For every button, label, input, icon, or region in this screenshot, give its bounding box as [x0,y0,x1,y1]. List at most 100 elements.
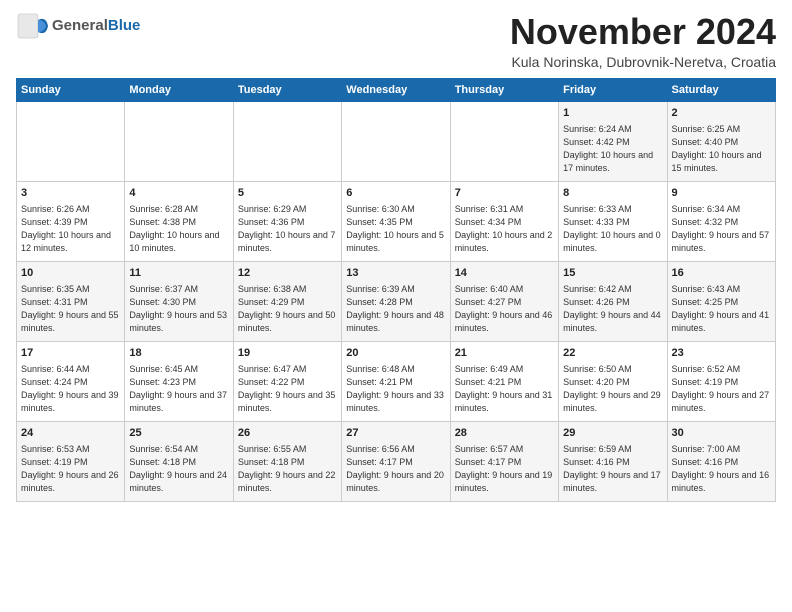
calendar-cell: 1 Sunrise: 6:24 AM Sunset: 4:42 PM Daylig… [559,101,667,181]
day-info: Sunrise: 6:29 AM Sunset: 4:36 PM Dayligh… [238,203,337,255]
day-number: 14 [455,266,554,281]
calendar-cell: 26Sunrise: 6:55 AM Sunset: 4:18 PM Dayli… [233,421,341,501]
day-info: Sunrise: 6:45 AM Sunset: 4:23 PM Dayligh… [129,363,228,415]
day-info: Sunrise: 6:31 AM Sunset: 4:34 PM Dayligh… [455,203,554,255]
calendar-cell: 20Sunrise: 6:48 AM Sunset: 4:21 PM Dayli… [342,341,450,421]
calendar-cell: 19 Sunrise: 6:47 AM Sunset: 4:22 PM Dayli… [233,341,341,421]
day-number: 23 [672,346,771,361]
col-monday: Monday [125,78,233,101]
calendar-cell: 10 Sunrise: 6:35 AM Sunset: 4:31 PM Dayli… [17,261,125,341]
calendar-week-row: 3 Sunrise: 6:26 AM Sunset: 4:39 PM Daylig… [17,181,776,261]
calendar-cell [125,101,233,181]
day-info: Sunrise: 6:33 AM Sunset: 4:33 PM Dayligh… [563,203,662,255]
calendar-cell: 21Sunrise: 6:49 AM Sunset: 4:21 PM Dayli… [450,341,558,421]
day-number: 19 [238,346,337,361]
calendar-cell: 3 Sunrise: 6:26 AM Sunset: 4:39 PM Daylig… [17,181,125,261]
day-info: Sunrise: 6:55 AM Sunset: 4:18 PM Dayligh… [238,443,337,495]
day-info: Sunrise: 6:42 AM Sunset: 4:26 PM Dayligh… [563,283,662,335]
day-number: 3 [21,186,120,201]
day-number: 24 [21,426,120,441]
day-number: 18 [129,346,228,361]
logo-icon [16,12,50,40]
calendar-cell: 30 Sunrise: 7:00 AM Sunset: 4:16 PM Dayli… [667,421,775,501]
day-number: 8 [563,186,662,201]
day-info: Sunrise: 6:40 AM Sunset: 4:27 PM Dayligh… [455,283,554,335]
day-number: 27 [346,426,445,441]
col-tuesday: Tuesday [233,78,341,101]
calendar-cell: 23 Sunrise: 6:52 AM Sunset: 4:19 PM Dayli… [667,341,775,421]
calendar-week-row: 17 Sunrise: 6:44 AM Sunset: 4:24 PM Dayli… [17,341,776,421]
day-number: 22 [563,346,662,361]
calendar-header-row: Sunday Monday Tuesday Wednesday Thursday… [17,78,776,101]
month-title: November 2024 [510,12,776,52]
calendar-week-row: 1 Sunrise: 6:24 AM Sunset: 4:42 PM Daylig… [17,101,776,181]
day-info: Sunrise: 6:34 AM Sunset: 4:32 PM Dayligh… [672,203,771,255]
calendar-cell: 13Sunrise: 6:39 AM Sunset: 4:28 PM Dayli… [342,261,450,341]
day-info: Sunrise: 6:25 AM Sunset: 4:40 PM Dayligh… [672,123,771,175]
day-info: Sunrise: 6:49 AM Sunset: 4:21 PM Dayligh… [455,363,554,415]
day-info: Sunrise: 7:00 AM Sunset: 4:16 PM Dayligh… [672,443,771,495]
day-info: Sunrise: 6:54 AM Sunset: 4:18 PM Dayligh… [129,443,228,495]
day-info: Sunrise: 6:47 AM Sunset: 4:22 PM Dayligh… [238,363,337,415]
calendar-cell: 25 Sunrise: 6:54 AM Sunset: 4:18 PM Dayli… [125,421,233,501]
calendar-cell [17,101,125,181]
calendar-cell: 8 Sunrise: 6:33 AM Sunset: 4:33 PM Daylig… [559,181,667,261]
day-number: 5 [238,186,337,201]
calendar-cell: 12Sunrise: 6:38 AM Sunset: 4:29 PM Dayli… [233,261,341,341]
day-info: Sunrise: 6:24 AM Sunset: 4:42 PM Dayligh… [563,123,662,175]
logo-general: General [52,17,108,34]
day-info: Sunrise: 6:53 AM Sunset: 4:19 PM Dayligh… [21,443,120,495]
calendar-cell: 16 Sunrise: 6:43 AM Sunset: 4:25 PM Dayli… [667,261,775,341]
calendar-cell: 4Sunrise: 6:28 AM Sunset: 4:38 PM Daylig… [125,181,233,261]
calendar-cell: 11 Sunrise: 6:37 AM Sunset: 4:30 PM Dayli… [125,261,233,341]
calendar-cell: 6 Sunrise: 6:30 AM Sunset: 4:35 PM Daylig… [342,181,450,261]
day-info: Sunrise: 6:38 AM Sunset: 4:29 PM Dayligh… [238,283,337,335]
calendar-cell: 22 Sunrise: 6:50 AM Sunset: 4:20 PM Dayli… [559,341,667,421]
day-info: Sunrise: 6:57 AM Sunset: 4:17 PM Dayligh… [455,443,554,495]
day-number: 16 [672,266,771,281]
day-info: Sunrise: 6:43 AM Sunset: 4:25 PM Dayligh… [672,283,771,335]
header: GeneralBlue November 2024 Kula Norinska,… [16,12,776,70]
calendar-cell: 17 Sunrise: 6:44 AM Sunset: 4:24 PM Dayli… [17,341,125,421]
calendar-cell: 27 Sunrise: 6:56 AM Sunset: 4:17 PM Dayli… [342,421,450,501]
day-info: Sunrise: 6:52 AM Sunset: 4:19 PM Dayligh… [672,363,771,415]
calendar-cell: 7 Sunrise: 6:31 AM Sunset: 4:34 PM Daylig… [450,181,558,261]
day-number: 2 [672,106,771,121]
calendar-table: Sunday Monday Tuesday Wednesday Thursday… [16,78,776,502]
day-number: 6 [346,186,445,201]
calendar-cell: 15Sunrise: 6:42 AM Sunset: 4:26 PM Dayli… [559,261,667,341]
day-number: 25 [129,426,228,441]
calendar-cell [342,101,450,181]
col-saturday: Saturday [667,78,775,101]
day-number: 7 [455,186,554,201]
day-number: 1 [563,106,662,121]
day-info: Sunrise: 6:44 AM Sunset: 4:24 PM Dayligh… [21,363,120,415]
day-number: 17 [21,346,120,361]
calendar-cell [450,101,558,181]
calendar-cell: 28 Sunrise: 6:57 AM Sunset: 4:17 PM Dayli… [450,421,558,501]
logo: GeneralBlue [16,12,140,40]
day-info: Sunrise: 6:35 AM Sunset: 4:31 PM Dayligh… [21,283,120,335]
day-number: 9 [672,186,771,201]
col-thursday: Thursday [450,78,558,101]
calendar-week-row: 24 Sunrise: 6:53 AM Sunset: 4:19 PM Dayli… [17,421,776,501]
day-info: Sunrise: 6:39 AM Sunset: 4:28 PM Dayligh… [346,283,445,335]
day-number: 30 [672,426,771,441]
day-info: Sunrise: 6:56 AM Sunset: 4:17 PM Dayligh… [346,443,445,495]
calendar-week-row: 10 Sunrise: 6:35 AM Sunset: 4:31 PM Dayli… [17,261,776,341]
calendar-cell: 14 Sunrise: 6:40 AM Sunset: 4:27 PM Dayli… [450,261,558,341]
day-info: Sunrise: 6:50 AM Sunset: 4:20 PM Dayligh… [563,363,662,415]
calendar-cell: 2 Sunrise: 6:25 AM Sunset: 4:40 PM Daylig… [667,101,775,181]
day-number: 10 [21,266,120,281]
calendar-cell: 24 Sunrise: 6:53 AM Sunset: 4:19 PM Dayli… [17,421,125,501]
col-wednesday: Wednesday [342,78,450,101]
day-info: Sunrise: 6:26 AM Sunset: 4:39 PM Dayligh… [21,203,120,255]
col-sunday: Sunday [17,78,125,101]
calendar-cell [233,101,341,181]
day-info: Sunrise: 6:37 AM Sunset: 4:30 PM Dayligh… [129,283,228,335]
day-info: Sunrise: 6:30 AM Sunset: 4:35 PM Dayligh… [346,203,445,255]
day-number: 29 [563,426,662,441]
day-number: 28 [455,426,554,441]
col-friday: Friday [559,78,667,101]
day-number: 11 [129,266,228,281]
